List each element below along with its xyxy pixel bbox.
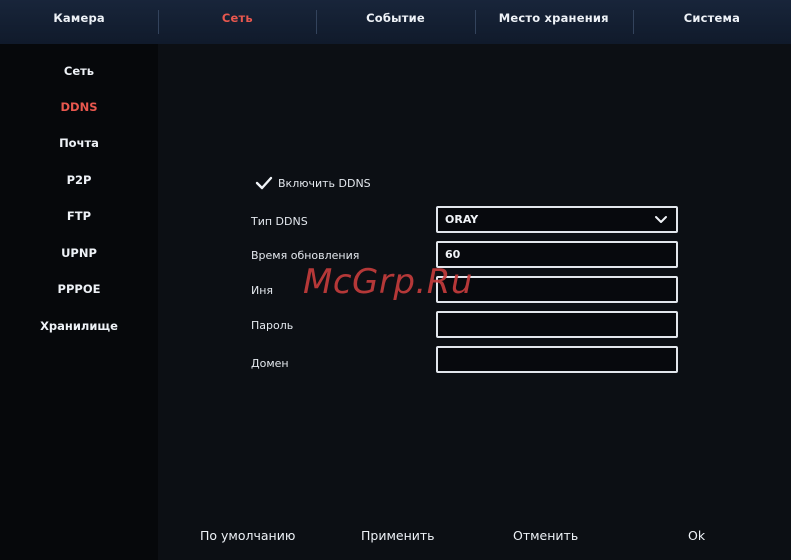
tab-label: Событие [366, 11, 425, 25]
chevron-down-icon [655, 215, 667, 223]
sidebar-item-p2p[interactable]: P2P [0, 173, 158, 187]
sidebar-item-storage[interactable]: Хранилище [0, 319, 158, 333]
enable-ddns-checkbox[interactable]: Включить DDNS [255, 175, 371, 191]
domain-label: Домен [251, 357, 289, 370]
tab-storage[interactable]: Место хранения [474, 0, 633, 44]
sidebar-item-mail[interactable]: Почта [0, 136, 158, 150]
top-tab-bar: Камера Сеть Событие Место хранения Систе… [0, 0, 791, 44]
ddns-settings-screen: Камера Сеть Событие Место хранения Систе… [0, 0, 791, 560]
default-button[interactable]: По умолчанию [200, 528, 295, 543]
sidebar-item-network[interactable]: Сеть [0, 64, 158, 78]
update-time-label: Время обновления [251, 249, 360, 262]
ddns-type-select[interactable]: ORAY [436, 206, 678, 233]
checkmark-icon [255, 176, 273, 190]
tab-network[interactable]: Сеть [158, 0, 316, 44]
ddns-type-value: ORAY [445, 213, 479, 226]
sidebar: Сеть DDNS Почта P2P FTP UPNP PPPOE Храни… [0, 44, 158, 560]
sidebar-item-ddns[interactable]: DDNS [0, 100, 158, 114]
ddns-type-label: Тип DDNS [251, 215, 308, 228]
cancel-button[interactable]: Отменить [513, 528, 578, 543]
tab-system[interactable]: Система [632, 0, 791, 44]
tab-label: Система [683, 11, 741, 25]
password-label: Пароль [251, 319, 294, 332]
tab-label: Камера [53, 11, 105, 25]
password-input[interactable] [436, 311, 678, 338]
domain-input[interactable] [436, 346, 678, 373]
sidebar-item-ftp[interactable]: FTP [0, 209, 158, 223]
tab-label: Сеть [221, 11, 253, 25]
sidebar-item-upnp[interactable]: UPNP [0, 246, 158, 260]
ok-button[interactable]: Ok [688, 528, 705, 543]
sidebar-item-pppoe[interactable]: PPPOE [0, 282, 158, 296]
enable-ddns-label: Включить DDNS [278, 176, 371, 190]
tab-event[interactable]: Событие [316, 0, 474, 44]
watermark: McGrp.Ru [303, 262, 473, 302]
update-time-value: 60 [445, 248, 461, 261]
apply-button[interactable]: Применить [361, 528, 435, 543]
tab-camera[interactable]: Камера [0, 0, 158, 44]
tab-label: Место хранения [498, 11, 609, 25]
username-label: Иня [251, 284, 274, 297]
